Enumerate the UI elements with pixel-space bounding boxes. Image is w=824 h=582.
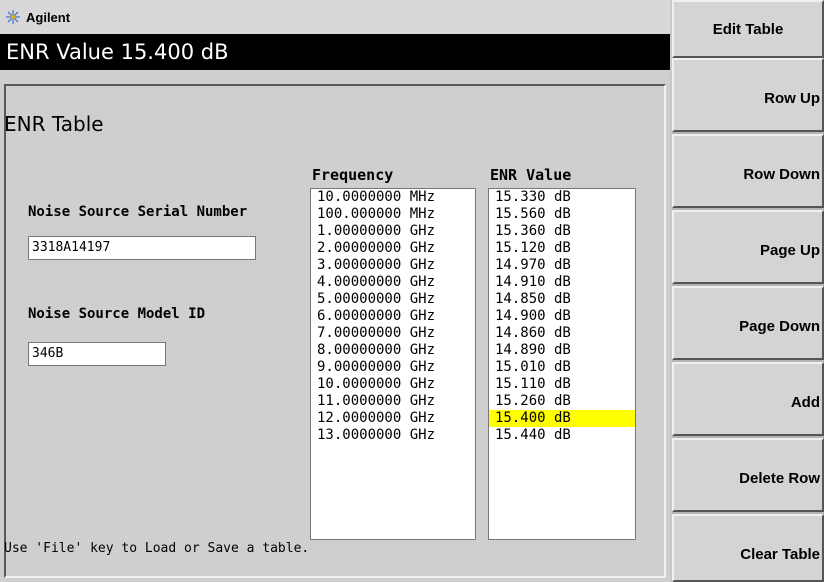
enr-row[interactable]: 14.890 dB [489,342,635,359]
add-button[interactable]: Add [672,362,824,436]
page-up-button[interactable]: Page Up [672,210,824,284]
frequency-row[interactable]: 13.0000000 GHz [311,427,475,444]
softkey-panel: Edit Table Row Up Row Down Page Up Page … [672,0,824,582]
page-down-button[interactable]: Page Down [672,286,824,360]
frequency-row[interactable]: 2.00000000 GHz [311,240,475,257]
enr-column-header: ENR Value [490,166,572,184]
frequency-row[interactable]: 4.00000000 GHz [311,274,475,291]
serial-number-label: Noise Source Serial Number [28,204,248,220]
frequency-row[interactable]: 8.00000000 GHz [311,342,475,359]
frequency-row[interactable]: 10.0000000 GHz [311,376,475,393]
frequency-row[interactable]: 6.00000000 GHz [311,308,475,325]
frequency-row[interactable]: 5.00000000 GHz [311,291,475,308]
enr-row[interactable]: 15.330 dB [489,189,635,206]
clear-table-button[interactable]: Clear Table [672,514,824,582]
frequency-column-header: Frequency [312,166,394,184]
enr-row[interactable]: 14.910 dB [489,274,635,291]
row-down-button[interactable]: Row Down [672,134,824,208]
softkey-menu-title: Edit Table [672,0,824,58]
brand-name: Agilent [26,9,71,25]
active-entry-bar: ENR Value 15.400 dB [0,34,670,70]
frequency-row[interactable]: 11.0000000 GHz [311,393,475,410]
enr-row[interactable]: 15.260 dB [489,393,635,410]
enr-row[interactable]: 15.440 dB [489,427,635,444]
row-up-button[interactable]: Row Up [672,58,824,132]
frequency-list[interactable]: 10.0000000 MHz 100.000000 MHz 1.00000000 G… [310,188,476,540]
enr-row-selected[interactable]: 15.400 dB [489,410,635,427]
enr-row[interactable]: 14.970 dB [489,257,635,274]
enr-row[interactable]: 15.360 dB [489,223,635,240]
frequency-row[interactable]: 3.00000000 GHz [311,257,475,274]
enr-row[interactable]: 15.110 dB [489,376,635,393]
hint-text: Use 'File' key to Load or Save a table. [4,541,310,556]
frequency-row[interactable]: 10.0000000 MHz [311,189,475,206]
model-id-label: Noise Source Model ID [28,306,206,322]
panel-title: ENR Table [4,112,104,136]
main-display: Agilent ENR Value 15.400 dB ENR Table No… [0,0,670,582]
enr-row[interactable]: 15.010 dB [489,359,635,376]
frequency-row[interactable]: 12.0000000 GHz [311,410,475,427]
serial-number-field[interactable]: 3318A14197 [28,236,256,260]
frequency-row[interactable]: 9.00000000 GHz [311,359,475,376]
frequency-row[interactable]: 100.000000 MHz [311,206,475,223]
brand-bar: Agilent [0,0,670,34]
enr-value-list[interactable]: 15.330 dB 15.560 dB 15.360 dB 15.120 dB 14.9… [488,188,636,540]
enr-row[interactable]: 15.120 dB [489,240,635,257]
delete-row-button[interactable]: Delete Row [672,438,824,512]
enr-row[interactable]: 14.900 dB [489,308,635,325]
enr-row[interactable]: 14.850 dB [489,291,635,308]
enr-row[interactable]: 15.560 dB [489,206,635,223]
model-id-field[interactable]: 346B [28,342,166,366]
enr-row[interactable]: 14.860 dB [489,325,635,342]
agilent-logo-icon [6,10,20,24]
frequency-row[interactable]: 1.00000000 GHz [311,223,475,240]
frequency-row[interactable]: 7.00000000 GHz [311,325,475,342]
